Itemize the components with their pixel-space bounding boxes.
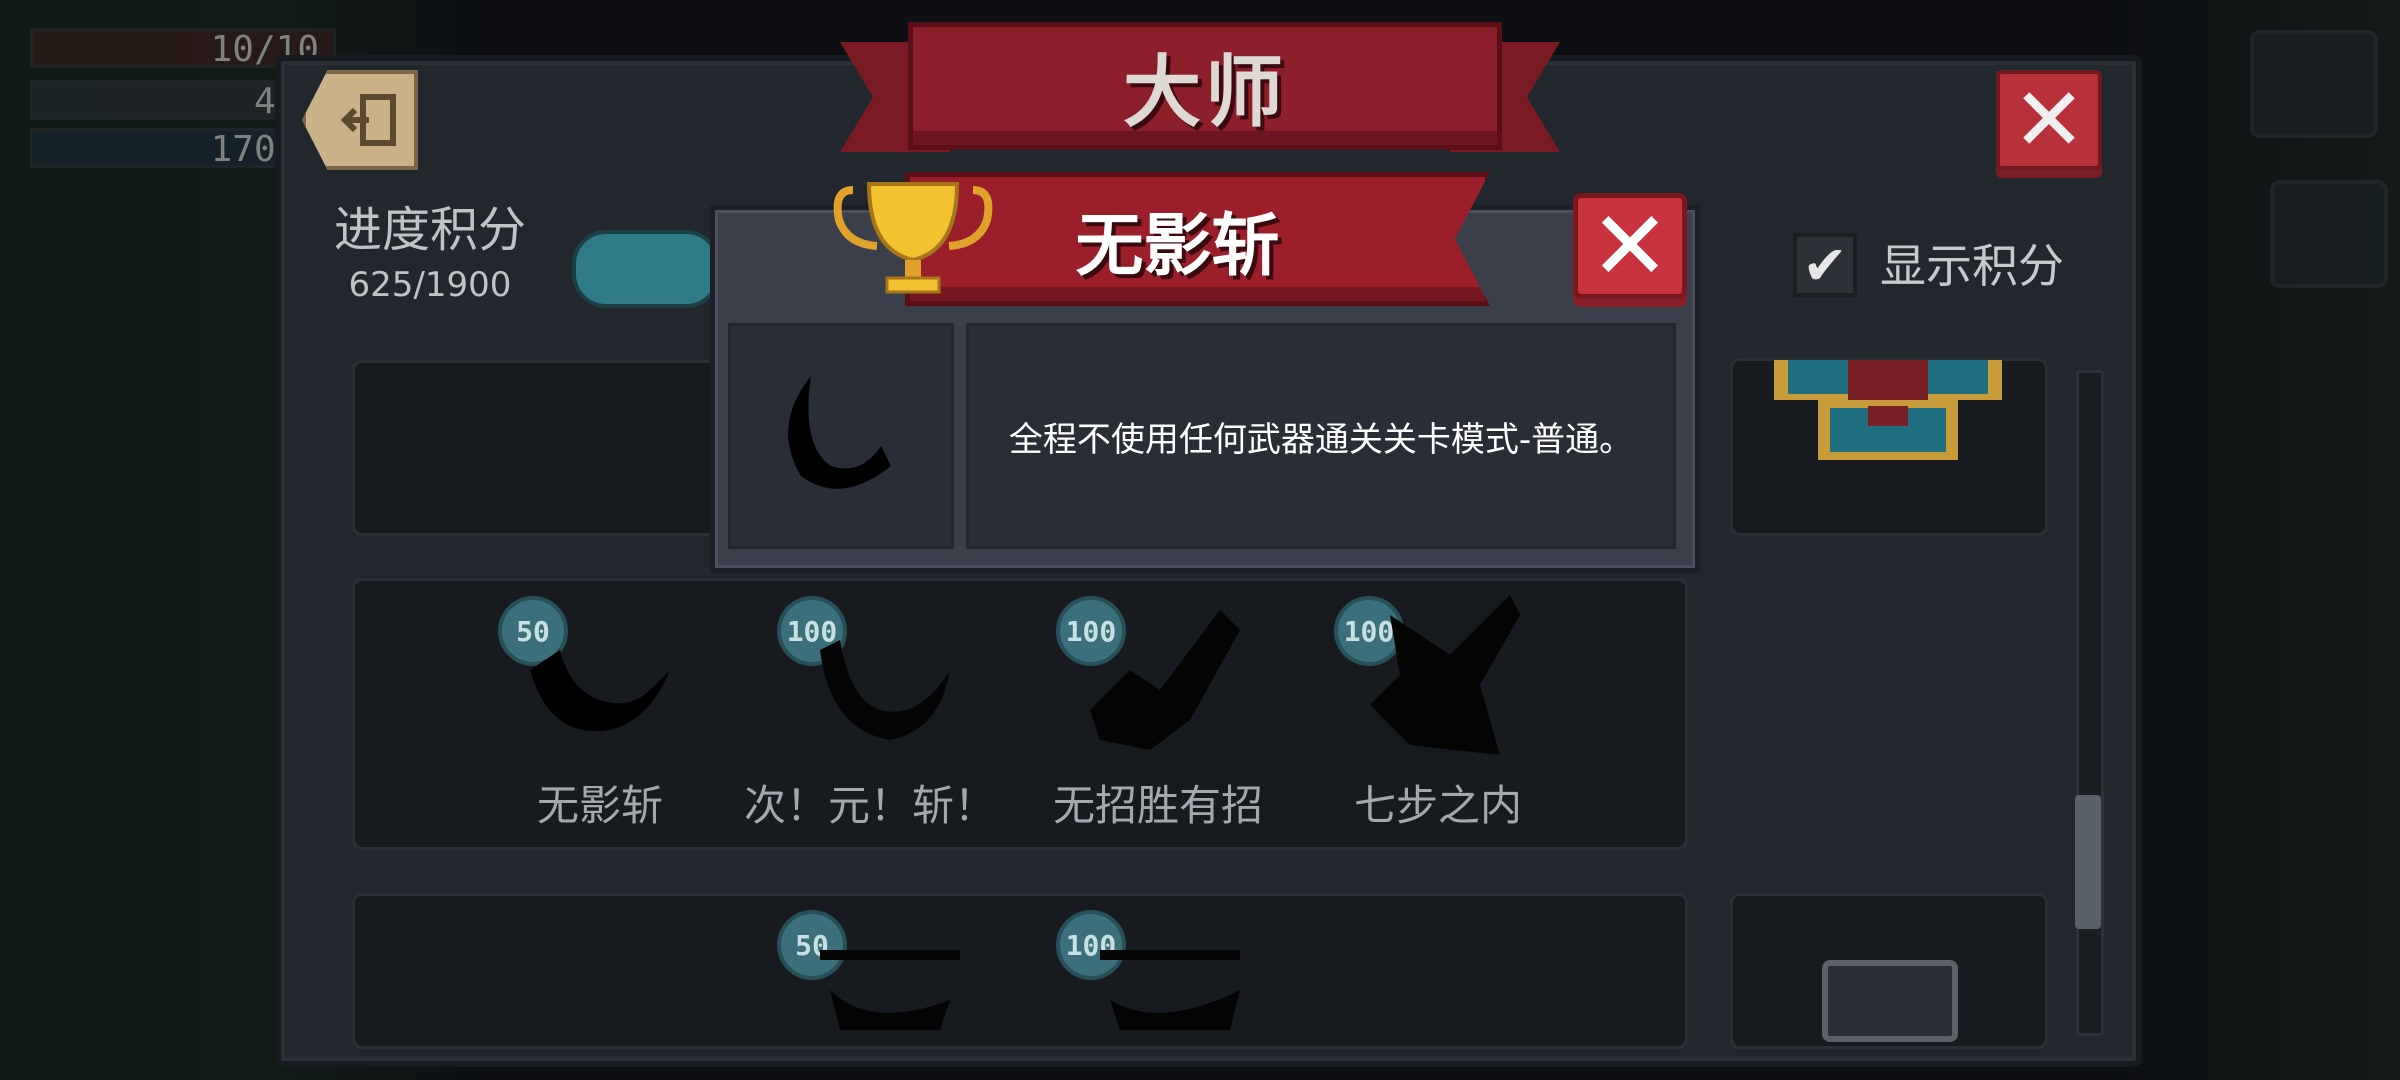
popup-title: 无影斩	[1075, 206, 1280, 286]
achievement-icon-hidden[interactable]	[810, 930, 970, 1030]
progress-bar	[572, 230, 720, 308]
title-banner: 大师	[908, 22, 1502, 150]
panel-close-button[interactable]: ✕	[1996, 70, 2102, 170]
pause-button[interactable]	[2250, 30, 2378, 138]
achievement-name: 七步之内	[1353, 781, 1522, 830]
achievement-name: 无招胜有招	[1052, 781, 1263, 830]
skill-button[interactable]	[2270, 180, 2388, 288]
show-points-label: 显示积分	[1880, 239, 2064, 293]
achievement-icon-hidden[interactable]	[1090, 930, 1250, 1030]
popup-description: 全程不使用任何武器通关关卡模式-普通。	[1008, 419, 1634, 460]
locked-reward-icon	[1822, 960, 1958, 1042]
progress-label: 进度积分	[333, 202, 526, 258]
treasure-chest-icon	[1774, 360, 2002, 460]
achievement-name: 次！元！斩！	[743, 781, 996, 830]
shadow-slash-icon	[788, 376, 891, 489]
panel-title: 大师	[1122, 48, 1287, 138]
close-icon: ✕	[2012, 68, 2086, 171]
scroll-thumb[interactable]	[2075, 795, 2101, 929]
popup-icon-frame	[728, 323, 954, 549]
checkmark-icon: ✔	[1802, 233, 1848, 297]
shadow-slash-icon[interactable]	[520, 630, 680, 750]
show-points-checkbox[interactable]: ✔	[1793, 233, 1857, 297]
list-scrollbar[interactable]	[2076, 370, 2104, 1036]
progress-value: 625/1900	[348, 265, 512, 305]
dimension-slash-icon[interactable]	[800, 630, 960, 760]
achievement-row-next	[352, 893, 1688, 1049]
popup-close-button[interactable]: ✕	[1573, 193, 1687, 299]
popup-description-box: 全程不使用任何武器通关关卡模式-普通。	[966, 323, 1676, 549]
close-icon: ✕	[1589, 190, 1671, 302]
seven-steps-icon[interactable]	[1350, 595, 1530, 765]
no-move-icon[interactable]	[1070, 600, 1250, 760]
back-arrow-icon	[340, 94, 396, 146]
trophy-icon	[833, 182, 993, 294]
